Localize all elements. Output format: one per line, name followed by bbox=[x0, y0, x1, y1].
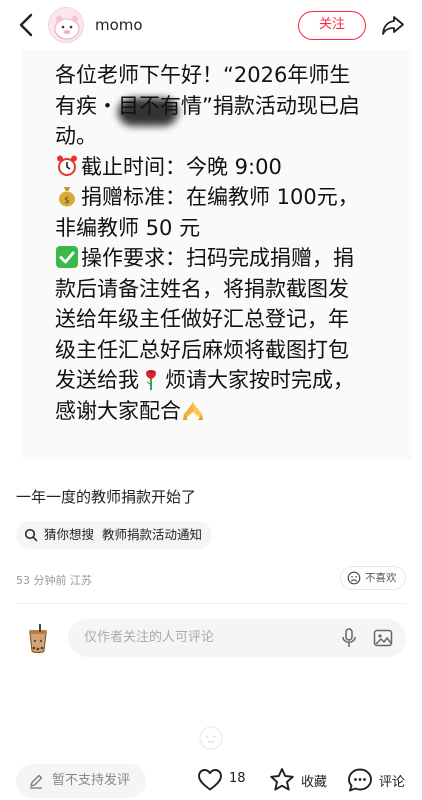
post-location: 江苏 bbox=[70, 574, 92, 587]
comment-entry[interactable]: 暂不支持发评 bbox=[16, 764, 146, 798]
user-avatar-icon bbox=[29, 624, 47, 653]
share-icon[interactable] bbox=[380, 12, 406, 38]
collect-label: 收藏 bbox=[301, 775, 328, 790]
svg-text:$: $ bbox=[64, 196, 70, 206]
post-image[interactable]: 各位老师下午好！“2026年师生 有疾・目不有情”捐款活动现已启 动。 截止时间… bbox=[22, 50, 412, 460]
post-meta: 53 分钟前 江苏 bbox=[16, 572, 92, 588]
back-arrow-icon[interactable] bbox=[14, 12, 40, 38]
redaction-mark bbox=[118, 98, 178, 126]
frown-face-icon bbox=[347, 571, 361, 585]
post-title: 一年一度的教师捐款开始了 bbox=[16, 488, 197, 506]
heart-icon bbox=[198, 769, 222, 791]
top-bar: momo 关注 bbox=[0, 0, 422, 50]
notice-deadline: 截止时间：今晚 9:00 bbox=[55, 152, 405, 183]
author-name[interactable]: momo bbox=[95, 16, 143, 34]
suggest-label: 猜你想搜 bbox=[44, 527, 95, 542]
comment-bubble-icon bbox=[348, 768, 372, 792]
notice-line: 款后请备注姓名，将捐款截图发 bbox=[55, 276, 349, 301]
author-avatar[interactable] bbox=[48, 7, 84, 43]
bottom-action-bar: 暂不支持发评 18 收藏 评论 bbox=[0, 760, 422, 800]
search-suggestion[interactable]: 猜你想搜 教师捐款活动通知 bbox=[16, 521, 213, 549]
notice-text: 各位老师下午好！“2026年师生 有疾・目不有情”捐款活动现已启 动。 截止时间… bbox=[55, 60, 405, 426]
divider bbox=[16, 603, 406, 604]
thanks-text: 感谢大家配合 bbox=[55, 398, 181, 423]
requirement-text: 操作要求：扫码完成捐赠，捐 bbox=[81, 246, 354, 270]
dislike-label: 不喜欢 bbox=[365, 572, 397, 584]
notice-line: 送给年级主任做好汇总登记，年 bbox=[55, 307, 349, 331]
rose-icon bbox=[146, 370, 156, 390]
notice-line: 发送给我 烦请大家按时完成， bbox=[55, 365, 405, 396]
notice-requirement: 操作要求：扫码完成捐赠，捐 bbox=[55, 243, 405, 274]
standard-text: 捐赠标准：在编教师 100元， bbox=[81, 185, 359, 209]
notice-thanks: 感谢大家配合 bbox=[55, 396, 405, 427]
check-mark-icon bbox=[56, 246, 78, 268]
please-complete-text: 烦请大家按时完成， bbox=[165, 368, 354, 392]
microphone-icon[interactable] bbox=[340, 628, 358, 648]
deadline-text: 截止时间：今晚 9:00 bbox=[81, 154, 282, 179]
star-icon bbox=[270, 768, 294, 791]
comment-entry-label: 暂不支持发评 bbox=[52, 773, 131, 788]
end-of-content-icon bbox=[199, 726, 223, 750]
notice-line: 有疾・目不有情”捐款活动现已启 bbox=[55, 93, 360, 118]
notice-standard: $ 捐赠标准：在编教师 100元， bbox=[55, 182, 405, 213]
image-icon[interactable] bbox=[373, 628, 393, 648]
dislike-button[interactable]: 不喜欢 bbox=[340, 566, 406, 590]
pig-avatar-icon bbox=[54, 15, 80, 40]
post-time: 53 分钟前 bbox=[16, 574, 67, 587]
follow-button[interactable]: 关注 bbox=[298, 11, 366, 40]
comment-label: 评论 bbox=[379, 775, 406, 790]
suggest-query: 教师捐款活动通知 bbox=[102, 527, 203, 542]
notice-line: 级主任汇总好后麻烦将截图打包 bbox=[55, 337, 349, 362]
notice-line: 动。 bbox=[55, 124, 97, 148]
search-icon bbox=[24, 528, 38, 542]
notice-line: 非编教师 50 元 bbox=[55, 215, 201, 240]
money-bag-icon: $ bbox=[59, 187, 75, 207]
send-to-me-text: 发送给我 bbox=[55, 368, 139, 392]
pencil-icon bbox=[30, 774, 43, 789]
notice-line: 各位老师下午好！“2026年师生 bbox=[55, 63, 351, 87]
folded-hands-icon bbox=[183, 401, 203, 420]
like-count: 18 bbox=[229, 771, 246, 786]
alarm-clock-icon bbox=[57, 155, 77, 176]
